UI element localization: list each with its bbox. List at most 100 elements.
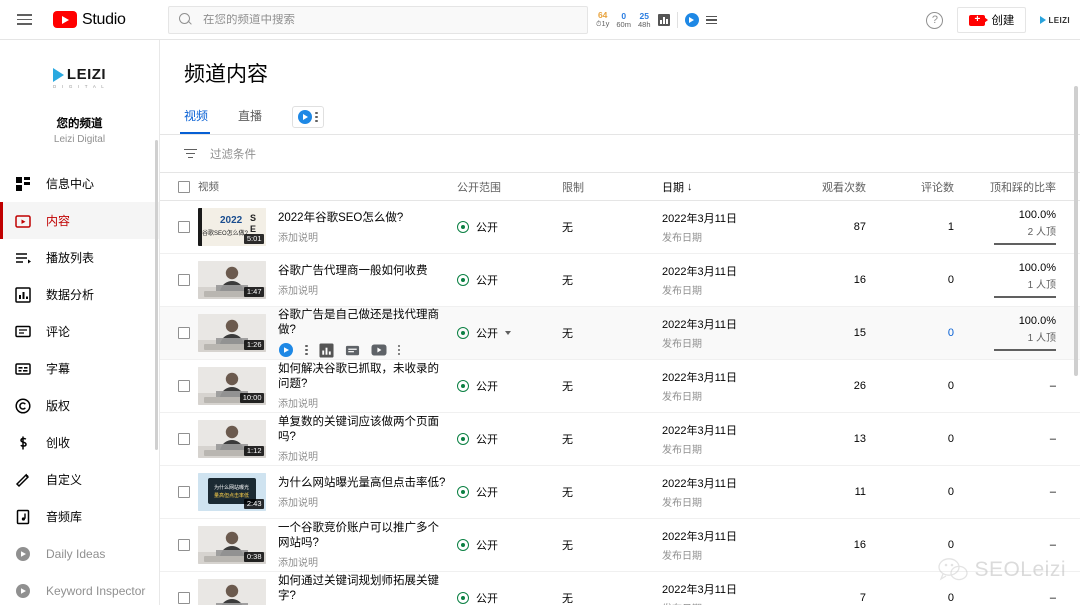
sidebar-item-自定义[interactable]: 自定义 (0, 461, 159, 498)
visibility-cell[interactable]: 公开 (457, 378, 562, 394)
tab-videos[interactable]: 视频 (179, 107, 222, 134)
sidebar-item-数据分析[interactable]: 数据分析 (0, 276, 159, 313)
sidebar-item-音频库[interactable]: 音频库 (0, 498, 159, 535)
sidebar-item-播放列表[interactable]: 播放列表 (0, 239, 159, 276)
video-title[interactable]: 单复数的关键词应该做两个页面吗? (278, 415, 449, 445)
column-header-date[interactable]: 日期 ↓ (662, 179, 792, 195)
visibility-cell[interactable]: 公开 (457, 431, 562, 447)
video-description[interactable]: 添加说明 (278, 229, 403, 244)
search-input[interactable] (203, 14, 577, 26)
filter-row[interactable]: 过滤条件 (160, 135, 1080, 173)
date-sort-control[interactable]: 日期 ↓ (662, 179, 693, 195)
table-row[interactable]: 2022 谷歌SEO怎么做? S E 5:01 2022年谷歌SEO怎么做? 添加说明 公开 无… (160, 201, 1080, 254)
table-row[interactable]: 1:47 谷歌广告代理商一般如何收费 添加说明 公开 无 2022年3月11日 发布日期 16… (160, 254, 1080, 307)
video-thumbnail[interactable]: 10:00 (198, 367, 266, 405)
sidebar-item-keyword-inspector[interactable]: Keyword Inspector (0, 572, 159, 605)
video-title[interactable]: 如何通过关键词规划师拓展关键字? (278, 574, 449, 604)
sidebar-item-创收[interactable]: 创收 (0, 424, 159, 461)
comments-cell[interactable]: 0 (884, 274, 972, 286)
video-title[interactable]: 为什么网站曝光量高但点击率低? (278, 476, 445, 491)
video-title[interactable]: 如何解决谷歌已抓取，未收录的问题? (278, 362, 449, 392)
row-checkbox[interactable] (178, 433, 190, 445)
select-all-checkbox[interactable] (178, 180, 190, 193)
table-row[interactable]: 为什么网站曝光 量高但点击率低 2:43 为什么网站曝光量高但点击率低? 添加说明 公开 无… (160, 466, 1080, 519)
tubebuddy-icon[interactable] (278, 342, 294, 358)
tubebuddy-tab-button[interactable] (292, 106, 324, 128)
comments-cell[interactable]: 0 (884, 327, 972, 339)
sidebar-scrollbar[interactable] (155, 140, 158, 450)
table-row[interactable]: 1:35如何通过关键词规划师拓展关键字?添加说明公开无2022年3月11日发布日… (160, 572, 1080, 605)
sidebar-item-版权[interactable]: 版权 (0, 387, 159, 424)
video-thumbnail[interactable]: 2022 谷歌SEO怎么做? S E 5:01 (198, 208, 266, 246)
ratio-bar (994, 242, 1056, 246)
sidebar-item-评论[interactable]: 评论 (0, 313, 159, 350)
comments-cell[interactable]: 0 (884, 380, 972, 392)
visibility-cell[interactable]: 公开 (457, 272, 562, 288)
sidebar-item-daily-ideas[interactable]: Daily Ideas (0, 535, 159, 572)
video-thumbnail[interactable]: 为什么网站曝光 量高但点击率低 2:43 (198, 473, 266, 511)
video-description[interactable]: 添加说明 (278, 395, 449, 410)
tubebuddy-icon[interactable] (684, 13, 699, 27)
studio-brand[interactable]: Studio (53, 11, 126, 29)
youtube-icon[interactable] (371, 344, 387, 356)
ratio-value: – (1049, 380, 1056, 392)
main-scrollbar[interactable] (1074, 86, 1078, 376)
video-title[interactable]: 2022年谷歌SEO怎么做? (278, 211, 403, 226)
row-checkbox[interactable] (178, 539, 190, 551)
comments-cell[interactable]: 0 (884, 592, 972, 604)
more-options-icon[interactable] (315, 111, 318, 123)
video-thumbnail[interactable]: 0:38 (198, 526, 266, 564)
more-options-icon[interactable] (397, 344, 400, 356)
video-description[interactable]: 添加说明 (278, 282, 428, 297)
visibility-cell[interactable]: 公开 (457, 325, 562, 341)
sidebar-item-内容[interactable]: 内容 (0, 202, 159, 239)
video-thumbnail[interactable]: 1:35 (198, 579, 266, 605)
tubebuddy-menu-icon[interactable] (705, 15, 717, 25)
video-title[interactable]: 一个谷歌竞价账户可以推广多个网站吗? (278, 521, 449, 551)
table-row[interactable]: 1:12 单复数的关键词应该做两个页面吗? 添加说明 公开 无 2022年3月11日 发布日… (160, 413, 1080, 466)
tubebuddy-stats-widget[interactable]: 64 ⏱1y 0 60m 25 48h (596, 9, 717, 31)
table-row[interactable]: 0:38 一个谷歌竞价账户可以推广多个网站吗? 添加说明 公开 无 2022年3月11日发… (160, 519, 1080, 572)
video-thumbnail[interactable]: 1:12 (198, 420, 266, 458)
bar-chart-icon[interactable] (657, 14, 670, 26)
visibility-cell[interactable]: 公开 (457, 590, 562, 605)
table-row[interactable]: 1:26 谷歌广告是自己做还是找代理商做? 公开 无 2022年3月11日 发布日期 15 0… (160, 307, 1080, 360)
avatar[interactable]: LEIZI (1040, 16, 1070, 25)
row-checkbox[interactable] (178, 327, 190, 339)
video-title[interactable]: 谷歌广告是自己做还是找代理商做? (278, 308, 449, 338)
row-checkbox[interactable] (178, 592, 190, 604)
analytics-icon[interactable] (318, 342, 334, 358)
filter-icon[interactable] (184, 148, 197, 159)
restrictions-cell: 无 (562, 275, 573, 287)
comments-cell[interactable]: 1 (884, 221, 972, 233)
video-description[interactable]: 添加说明 (278, 448, 449, 463)
sidebar-item-信息中心[interactable]: 信息中心 (0, 165, 159, 202)
comments-cell[interactable]: 0 (884, 433, 972, 445)
filter-input[interactable]: 过滤条件 (210, 146, 256, 162)
comments-icon[interactable] (345, 343, 360, 358)
comments-cell[interactable]: 0 (884, 486, 972, 498)
visibility-cell[interactable]: 公开 (457, 219, 562, 235)
video-thumbnail[interactable]: 1:26 (198, 314, 266, 352)
comments-cell[interactable]: 0 (884, 539, 972, 551)
visibility-cell[interactable]: 公开 (457, 484, 562, 500)
video-description[interactable]: 添加说明 (278, 494, 445, 509)
hamburger-icon[interactable] (12, 8, 36, 32)
tubebuddy-more-icon[interactable] (305, 344, 308, 356)
sidebar-item-字幕[interactable]: 字幕 (0, 350, 159, 387)
row-checkbox[interactable] (178, 221, 190, 233)
create-button[interactable]: 创建 (957, 7, 1027, 33)
row-checkbox[interactable] (178, 380, 190, 392)
visibility-cell[interactable]: 公开 (457, 537, 562, 553)
video-description[interactable]: 添加说明 (278, 554, 449, 569)
search-bar[interactable] (168, 6, 588, 34)
row-checkbox[interactable] (178, 274, 190, 286)
row-checkbox[interactable] (178, 486, 190, 498)
chevron-down-icon[interactable] (505, 331, 511, 335)
video-title[interactable]: 谷歌广告代理商一般如何收费 (278, 264, 428, 279)
help-icon[interactable]: ? (926, 11, 944, 29)
your-channel-label: 您的频道 (56, 118, 103, 130)
table-row[interactable]: 10:00 如何解决谷歌已抓取，未收录的问题? 添加说明 公开 无 2022年3月11日发… (160, 360, 1080, 413)
video-thumbnail[interactable]: 1:47 (198, 261, 266, 299)
tab-live[interactable]: 直播 (238, 107, 276, 134)
